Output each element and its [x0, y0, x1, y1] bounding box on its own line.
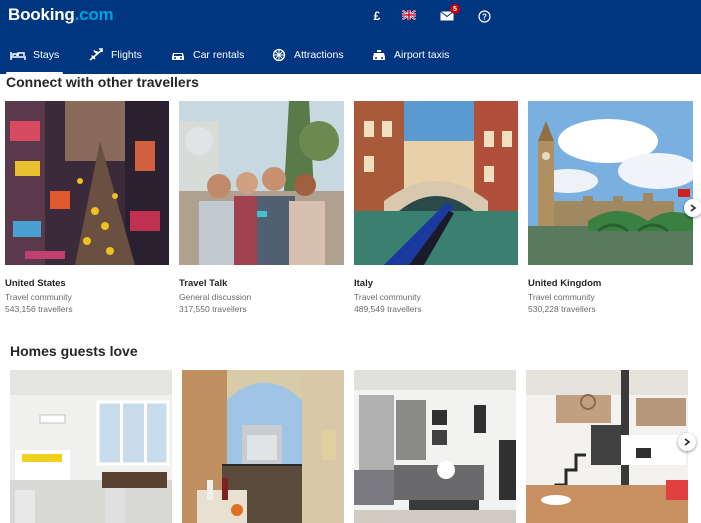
home-card-image[interactable]	[354, 370, 516, 523]
uk-flag-icon[interactable]	[402, 10, 416, 20]
section-title-community: Connect with other travellers	[6, 74, 199, 90]
chevron-right-icon	[684, 438, 691, 446]
svg-text:?: ?	[482, 12, 487, 21]
section-title-homes: Homes guests love	[10, 343, 138, 359]
booking-logo[interactable]: Booking.com	[8, 5, 114, 25]
nav-label: Airport taxis	[394, 49, 450, 61]
taxi-icon	[371, 47, 387, 63]
ferris-wheel-icon	[271, 47, 287, 63]
community-card-type: Travel community	[354, 292, 421, 302]
nav-label: Flights	[111, 49, 142, 61]
nav-airport-taxis[interactable]: Airport taxis	[371, 36, 449, 74]
home-card-image[interactable]	[182, 370, 344, 523]
community-card-name[interactable]: United Kingdom	[528, 278, 601, 289]
community-card-count: 530,228 travellers	[528, 304, 596, 314]
nav-flights[interactable]: Flights	[88, 36, 142, 74]
question-circle-icon[interactable]: ?	[476, 6, 492, 26]
community-card-count: 317,550 travellers	[179, 304, 247, 314]
nav-attractions[interactable]: Attractions	[271, 36, 344, 74]
homes-next-button[interactable]	[678, 433, 696, 451]
community-card-image[interactable]	[179, 101, 344, 265]
chevron-right-icon	[690, 204, 697, 212]
nav-car-rentals[interactable]: Car rentals	[170, 36, 244, 74]
bed-icon	[10, 47, 26, 63]
main-nav: Stays Flights Car rentals Attractions Ai…	[0, 36, 701, 74]
nav-stays[interactable]: Stays	[5, 36, 64, 74]
community-card-count: 543,156 travellers	[5, 304, 73, 314]
community-card-name[interactable]: Travel Talk	[179, 278, 227, 289]
plane-icon	[88, 47, 104, 63]
car-icon	[170, 47, 186, 63]
community-card-type: Travel community	[528, 292, 595, 302]
community-card-name[interactable]: United States	[5, 278, 66, 289]
nav-label: Car rentals	[193, 49, 245, 61]
community-card-count: 489,549 travellers	[354, 304, 422, 314]
nav-label: Stays	[33, 49, 60, 61]
community-card-image[interactable]	[528, 101, 693, 265]
nav-label: Attractions	[294, 49, 344, 61]
home-card-image[interactable]	[526, 370, 688, 523]
community-card-type: General discussion	[179, 292, 252, 302]
community-card-image[interactable]	[5, 101, 169, 265]
community-card-type: Travel community	[5, 292, 72, 302]
home-card-image[interactable]	[10, 370, 172, 523]
community-card-name[interactable]: Italy	[354, 278, 373, 289]
currency-selector[interactable]: £	[368, 6, 386, 26]
community-card-image[interactable]	[354, 101, 518, 265]
top-header: Booking.com £ 5 ? Stays Flights Car rent…	[0, 0, 701, 74]
notification-badge: 5	[450, 4, 460, 14]
community-next-button[interactable]	[684, 199, 701, 217]
